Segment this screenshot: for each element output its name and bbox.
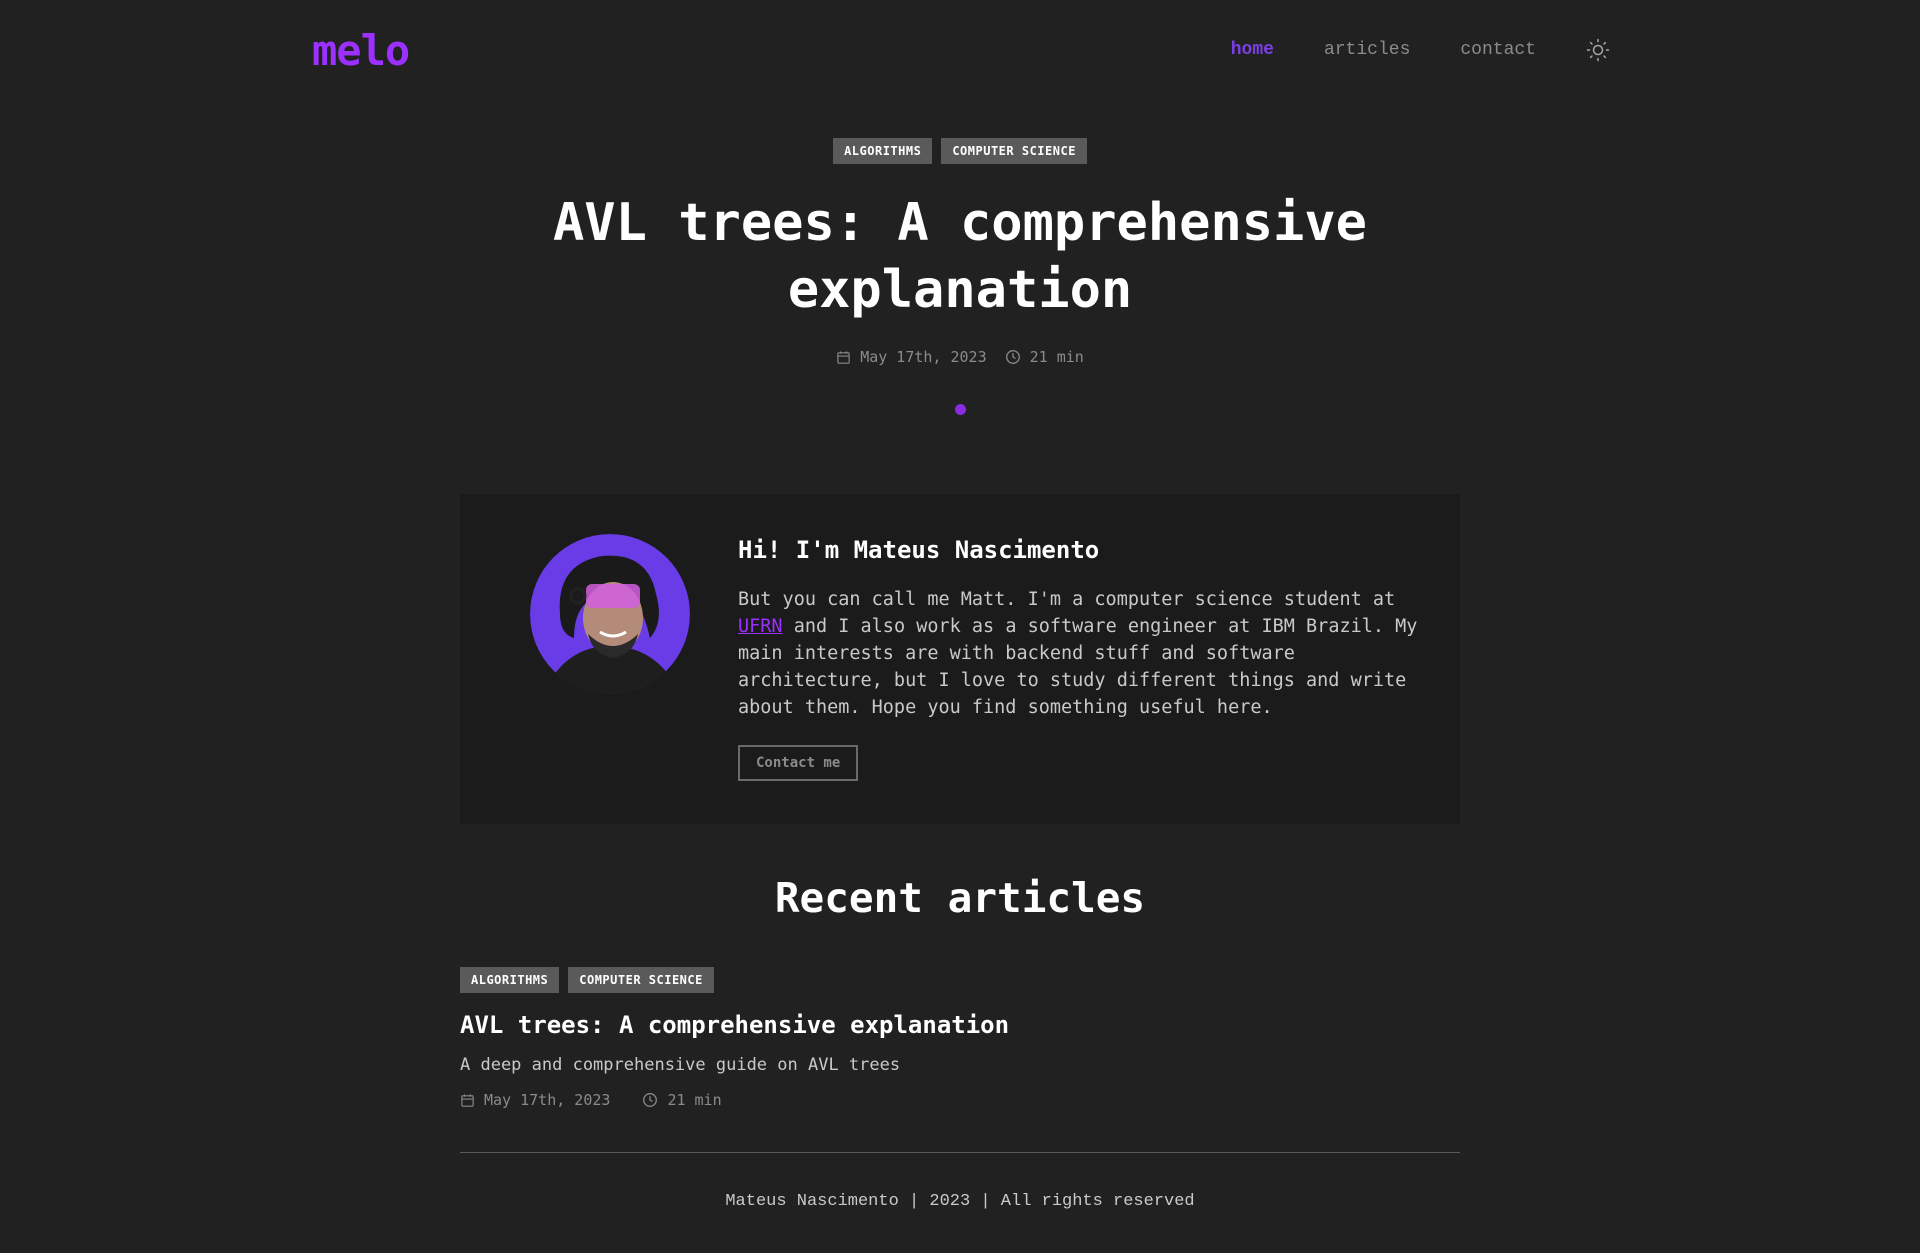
carousel-dots — [0, 404, 1920, 415]
footer-divider — [460, 1152, 1460, 1153]
about-card: Hi! I'm Mateus Nascimento But you can ca… — [460, 494, 1460, 824]
site-logo[interactable]: melo — [312, 26, 410, 75]
about-text-rest: and I also work as a software engineer a… — [738, 616, 1418, 718]
featured-read-time-text: 21 min — [1029, 348, 1084, 366]
article-read-time: 21 min — [642, 1091, 722, 1109]
article-tags: ALGORITHMS COMPUTER SCIENCE — [460, 967, 1460, 993]
nav-contact-link[interactable]: contact — [1460, 40, 1536, 60]
about-text: But you can call me Matt. I'm a computer… — [738, 586, 1418, 721]
tag-algorithms[interactable]: ALGORITHMS — [460, 967, 560, 993]
article-read-time-text: 21 min — [667, 1091, 722, 1109]
contact-me-button[interactable]: Contact me — [738, 745, 859, 781]
nav-articles-link[interactable]: articles — [1324, 40, 1410, 60]
ufrn-link[interactable]: UFRN — [738, 616, 783, 637]
clock-icon — [643, 1093, 658, 1107]
footer-text: Mateus Nascimento | 2023 | All rights re… — [725, 1192, 1195, 1211]
avatar — [530, 534, 690, 694]
article-date-text: May 17th, 2023 — [484, 1091, 611, 1109]
about-text-intro: But you can call me Matt. I'm a computer… — [738, 589, 1396, 610]
tag-computer-science[interactable]: COMPUTER SCIENCE — [941, 138, 1087, 164]
featured-tags: ALGORITHMS COMPUTER SCIENCE — [0, 138, 1920, 164]
about-body: Hi! I'm Mateus Nascimento But you can ca… — [738, 536, 1418, 781]
nav-home-link[interactable]: home — [1231, 40, 1274, 60]
calendar-icon — [461, 1093, 474, 1107]
tag-computer-science[interactable]: COMPUTER SCIENCE — [568, 967, 714, 993]
featured-article: ALGORITHMS COMPUTER SCIENCE AVL trees: A… — [0, 138, 1920, 415]
recent-articles-heading: Recent articles — [774, 874, 1146, 922]
sun-icon — [1586, 38, 1610, 62]
article-date: May 17th, 2023 — [460, 1091, 610, 1109]
site-header: melo home articles contact — [312, 22, 1612, 78]
article-title[interactable]: AVL trees: A comprehensive explanation — [460, 1011, 1460, 1039]
tag-algorithms[interactable]: ALGORITHMS — [833, 138, 933, 164]
article-card: ALGORITHMS COMPUTER SCIENCE AVL trees: A… — [460, 967, 1460, 1109]
calendar-icon — [837, 350, 850, 364]
site-footer: Mateus Nascimento | 2023 | All rights re… — [0, 1192, 1920, 1211]
carousel-dot[interactable] — [954, 404, 966, 415]
main-nav: home articles contact — [1181, 36, 1612, 64]
featured-title[interactable]: AVL trees: A comprehensive explanation — [540, 190, 1380, 324]
featured-read-time: 21 min — [1005, 348, 1084, 366]
article-description: A deep and comprehensive guide on AVL tr… — [460, 1055, 901, 1075]
featured-meta: May 17th, 2023 21 min — [0, 348, 1920, 366]
featured-date-text: May 17th, 2023 — [860, 348, 987, 366]
clock-icon — [1005, 350, 1020, 364]
featured-date: May 17th, 2023 — [836, 348, 987, 366]
article-meta: May 17th, 2023 21 min — [460, 1091, 1460, 1109]
theme-toggle-button[interactable] — [1584, 36, 1612, 64]
about-title: Hi! I'm Mateus Nascimento — [738, 536, 1100, 564]
